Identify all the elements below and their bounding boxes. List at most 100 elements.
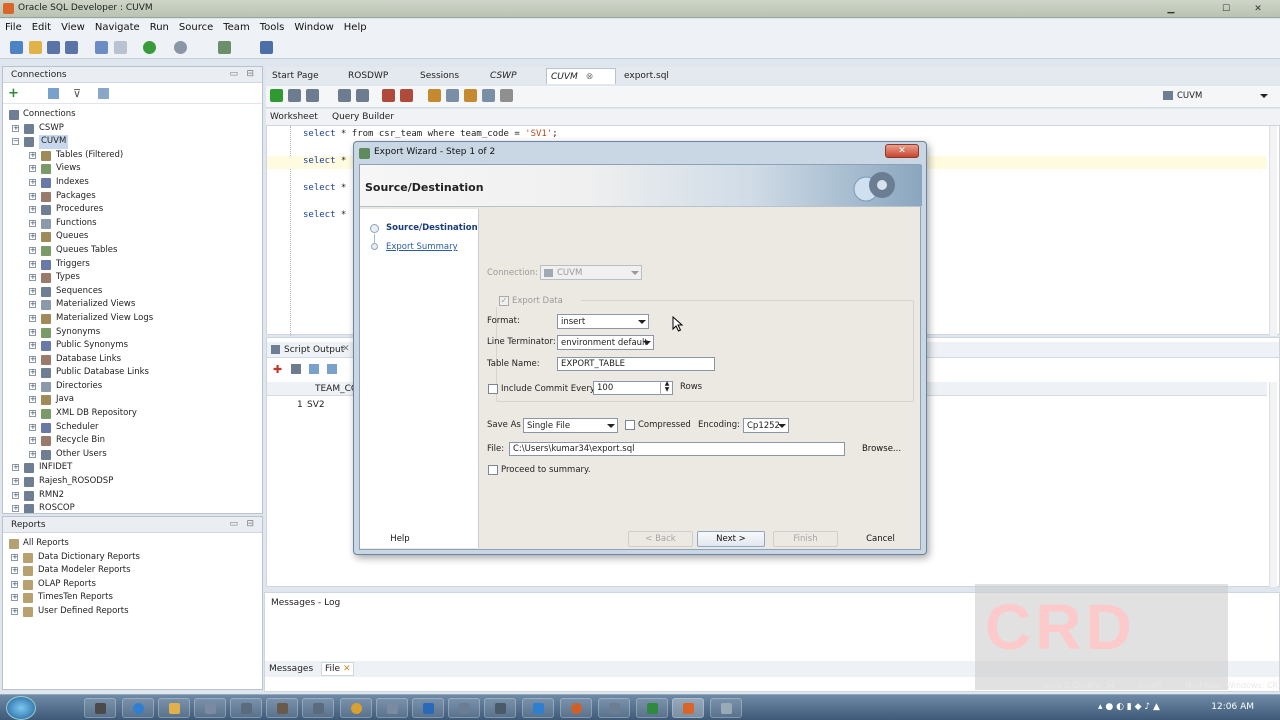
tree-node[interactable]: + Rajesh_ROSODSP [7,475,257,489]
schema-browser-icon[interactable] [98,88,109,99]
expand-icon[interactable]: + [12,491,19,499]
tree-node[interactable]: + Scheduler [7,421,257,435]
tab-messages[interactable]: Messages [269,664,313,674]
forward-icon[interactable] [174,41,187,54]
tree-node[interactable]: + INFIDET [7,461,257,475]
taskbar-app-icon[interactable] [710,698,742,718]
taskbar-firefox-icon[interactable] [560,698,592,718]
report-node[interactable]: + Data Dictionary Reports [7,551,257,565]
close-tab-icon[interactable]: ✕ [342,344,350,354]
expand-icon[interactable]: + [12,505,19,513]
taskbar-app-icon[interactable] [484,698,516,718]
tree-node[interactable]: + Materialized Views [7,298,257,312]
tree-node[interactable]: + Functions [7,217,257,231]
close-button[interactable]: ✕ [1247,2,1269,16]
connection-select[interactable]: CUVM [1159,88,1271,103]
close-icon[interactable]: ✕ [885,144,919,158]
format-icon[interactable] [482,89,495,102]
expand-icon[interactable]: + [29,328,36,336]
expand-icon[interactable]: + [29,246,36,254]
table-name-input[interactable]: EXPORT_TABLE [557,357,715,371]
clear-icon[interactable] [428,89,441,102]
sql-tuning-icon[interactable] [356,89,369,102]
step-source-destination[interactable]: Source/Destination [386,223,478,233]
back-button[interactable]: < Back [628,531,693,547]
expand-icon[interactable]: + [29,260,36,268]
tab-query-builder[interactable]: Query Builder [332,112,394,122]
tree-node[interactable]: + XML DB Repository [7,407,257,421]
taskbar-chrome-icon[interactable] [340,698,372,718]
autotrace-icon[interactable] [306,89,319,102]
taskbar-app-icon[interactable] [376,698,408,718]
menu-navigate[interactable]: Navigate [90,19,145,33]
include-commit-checkbox[interactable] [488,384,498,394]
tree-node[interactable]: + Synonyms [7,326,257,340]
save-as-dropdown[interactable]: Single File [523,418,618,433]
close-tab-icon[interactable]: ✕ [343,664,351,674]
back-icon[interactable] [143,41,156,54]
tab-worksheet[interactable]: Worksheet [270,112,318,122]
maximize-button[interactable]: ☐ [1215,2,1237,16]
tree-node[interactable]: + Tables (Filtered) [7,149,257,163]
spinner-down-icon[interactable]: ▼ [661,387,673,393]
refresh-icon[interactable] [48,88,59,99]
tree-node[interactable]: + Public Database Links [7,366,257,380]
tree-node[interactable]: + Recycle Bin [7,434,257,448]
expand-icon[interactable]: + [12,464,19,472]
monitor-icon[interactable] [260,41,273,54]
sql-icon[interactable] [218,41,231,54]
close-tab-icon[interactable]: ⊗ [586,72,594,82]
browse-button[interactable]: Browse... [854,441,909,457]
tree-node[interactable]: + Procedures [7,203,257,217]
taskbar-app-icon[interactable] [302,698,334,718]
explain-plan-icon[interactable] [338,89,351,102]
cancel-button[interactable]: Cancel [848,531,913,547]
tree-node[interactable]: + CSWP [7,122,257,136]
expand-icon[interactable]: + [29,274,36,282]
taskbar-app-icon[interactable] [266,698,298,718]
taskbar-excel-icon[interactable] [636,698,668,718]
expand-icon[interactable]: + [29,396,36,404]
tree-node[interactable]: + Queues [7,230,257,244]
taskbar-app-icon[interactable] [84,698,116,718]
taskbar-sqldeveloper-icon[interactable] [672,698,704,718]
tree-node[interactable]: + ROSCOP [7,502,257,513]
export-data-checkbox[interactable]: ✓ [499,296,509,306]
expand-icon[interactable]: + [12,478,19,486]
save-output-icon[interactable] [309,364,319,374]
output-scrollbar[interactable] [1269,382,1277,587]
filter-icon[interactable]: ⊽ [73,87,81,100]
tab-cuvm[interactable]: CUVM ⊗ [546,68,616,84]
minimize-button[interactable]: ▁ [1160,2,1182,16]
tree-node[interactable]: + Database Links [7,353,257,367]
expand-icon[interactable]: + [29,342,36,350]
expand-icon[interactable]: + [29,410,36,418]
clear-output-icon[interactable] [327,364,337,374]
collapse-icon[interactable]: − [12,138,19,146]
file-path-input[interactable]: C:\Users\kumar34\export.sql [509,442,845,456]
menu-tools[interactable]: Tools [255,19,290,33]
line-terminator-dropdown[interactable]: environment default [557,335,654,350]
expand-icon[interactable]: + [29,450,36,458]
menu-source[interactable]: Source [174,19,218,33]
expand-icon[interactable]: + [29,423,36,431]
history-icon[interactable] [446,89,459,102]
taskbar-ie-icon[interactable] [122,698,154,718]
tree-node[interactable]: + Types [7,271,257,285]
expand-icon[interactable]: + [11,580,18,588]
tab-rosdwp[interactable]: ROSDWP [344,68,392,84]
add-connection-icon[interactable]: + [8,86,19,101]
taskbar-lync-icon[interactable] [522,698,554,718]
help-button[interactable]: Help [370,531,430,547]
run-statement-icon[interactable] [270,89,283,102]
compressed-checkbox[interactable] [625,420,635,430]
tree-node[interactable]: + RMN2 [7,489,257,503]
pin-icon[interactable]: ✚ [273,363,282,376]
expand-icon[interactable]: + [11,607,18,615]
tab-start-page[interactable]: Start Page [268,68,323,84]
menu-window[interactable]: Window [289,19,338,33]
run-script-icon[interactable] [288,89,301,102]
taskbar-app-icon[interactable] [194,698,226,718]
tree-node[interactable]: + Directories [7,380,257,394]
taskbar-app-icon[interactable] [448,698,480,718]
